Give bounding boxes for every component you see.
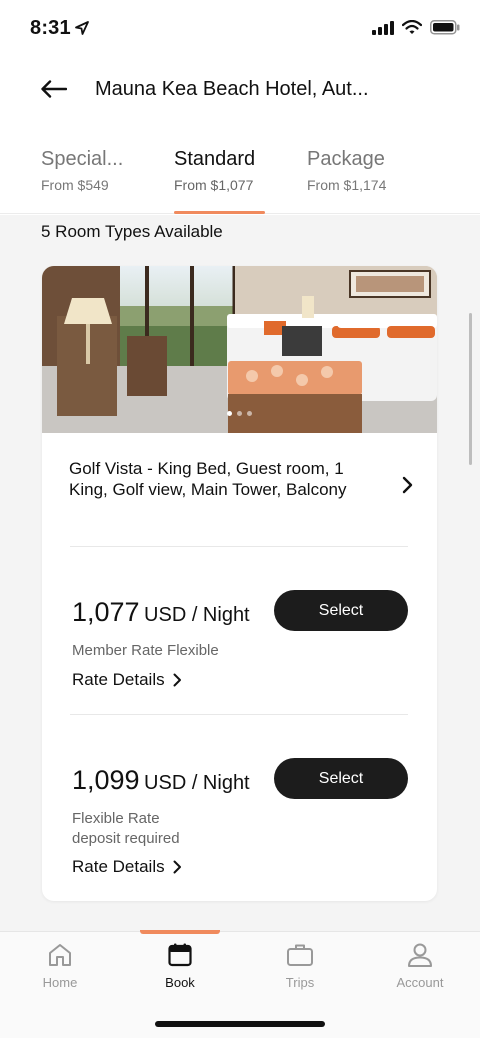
divider bbox=[70, 546, 408, 547]
rate-name-line: Member Rate Flexible bbox=[72, 642, 219, 659]
status-time: 8:31 bbox=[30, 17, 71, 39]
person-icon bbox=[408, 943, 432, 967]
rate-details-label: Rate Details bbox=[72, 670, 165, 689]
active-tab-indicator bbox=[174, 211, 265, 214]
back-button[interactable] bbox=[38, 76, 70, 102]
tab-account[interactable]: Account bbox=[360, 942, 480, 1002]
page-title: Mauna Kea Beach Hotel, Aut... bbox=[95, 78, 369, 100]
tab-trips[interactable]: Trips bbox=[240, 942, 360, 1002]
rate-name: Flexible Rate deposit required bbox=[72, 809, 180, 849]
pager-dot bbox=[227, 411, 232, 416]
header: Mauna Kea Beach Hotel, Aut... bbox=[0, 58, 480, 120]
tab-price: From $1,077 bbox=[174, 177, 254, 193]
home-icon bbox=[49, 944, 71, 966]
tab-price: From $549 bbox=[41, 177, 109, 193]
tab-label: Book bbox=[165, 975, 195, 990]
signal-icon bbox=[372, 20, 394, 35]
tab-label: Account bbox=[396, 975, 444, 990]
tab-package[interactable]: Package From $1,174 bbox=[307, 148, 386, 214]
select-button[interactable]: Select bbox=[274, 758, 408, 799]
tab-home[interactable]: Home bbox=[0, 942, 120, 1002]
rate-name-line: deposit required bbox=[72, 830, 180, 847]
active-tab-indicator bbox=[140, 930, 220, 934]
chevron-right-icon bbox=[402, 476, 413, 494]
tab-name: Standard bbox=[174, 148, 256, 170]
tab-name: Package bbox=[307, 148, 385, 170]
price-unit: USD / Night bbox=[144, 772, 250, 794]
status-bar: 8:31 bbox=[0, 0, 480, 58]
price-amount: 1,077 bbox=[72, 597, 140, 627]
briefcase-icon bbox=[287, 944, 313, 966]
room-name: Golf Vista - King Bed, Guest room, 1 Kin… bbox=[69, 459, 347, 499]
chevron-right-icon bbox=[173, 860, 181, 874]
battery-icon bbox=[430, 20, 460, 35]
tab-standard[interactable]: Standard From $1,077 bbox=[174, 148, 255, 214]
room-count-label: 5 Room Types Available bbox=[41, 222, 223, 241]
room-card: Golf Vista - King Bed, Guest room, 1 Kin… bbox=[42, 266, 437, 901]
home-indicator bbox=[155, 1021, 325, 1027]
rate-details-label: Rate Details bbox=[72, 857, 165, 876]
tab-label: Trips bbox=[285, 975, 315, 990]
tab-special[interactable]: Special... From $549 bbox=[41, 148, 123, 214]
rate-name-line: Flexible Rate bbox=[72, 810, 160, 827]
price-unit: USD / Night bbox=[144, 604, 250, 626]
photo-pager bbox=[42, 411, 437, 416]
tab-name: Special... bbox=[41, 148, 124, 170]
tab-label: Home bbox=[42, 975, 78, 990]
rate-tabs: Special... From $549 Standard From $1,07… bbox=[0, 148, 480, 214]
rate-details-link[interactable]: Rate Details bbox=[72, 670, 182, 690]
calendar-icon bbox=[168, 943, 192, 967]
room-list[interactable]: 5 Room Types Available Golf Vista - King… bbox=[0, 215, 480, 931]
wifi-icon bbox=[402, 20, 422, 34]
rate-name: Member Rate Flexible bbox=[72, 641, 219, 661]
pager-dot bbox=[247, 411, 252, 416]
divider bbox=[70, 714, 408, 715]
rate-details-link[interactable]: Rate Details bbox=[72, 857, 182, 877]
chevron-right-icon bbox=[173, 673, 181, 687]
tab-book[interactable]: Book bbox=[120, 942, 240, 1002]
scrollbar[interactable] bbox=[469, 313, 472, 465]
room-photo[interactable] bbox=[42, 266, 437, 433]
pager-dot bbox=[237, 411, 242, 416]
tab-price: From $1,174 bbox=[307, 177, 387, 193]
price-line: 1,077 USD / Night bbox=[72, 597, 250, 628]
price-line: 1,099 USD / Night bbox=[72, 765, 250, 796]
bottom-tab-bar: Home Book Trips Account bbox=[0, 930, 480, 1038]
select-button[interactable]: Select bbox=[274, 590, 408, 631]
arrow-left-icon bbox=[41, 80, 67, 98]
location-arrow-icon bbox=[75, 21, 89, 35]
room-name-row[interactable]: Golf Vista - King Bed, Guest room, 1 Kin… bbox=[69, 458, 414, 500]
price-amount: 1,099 bbox=[72, 765, 140, 795]
